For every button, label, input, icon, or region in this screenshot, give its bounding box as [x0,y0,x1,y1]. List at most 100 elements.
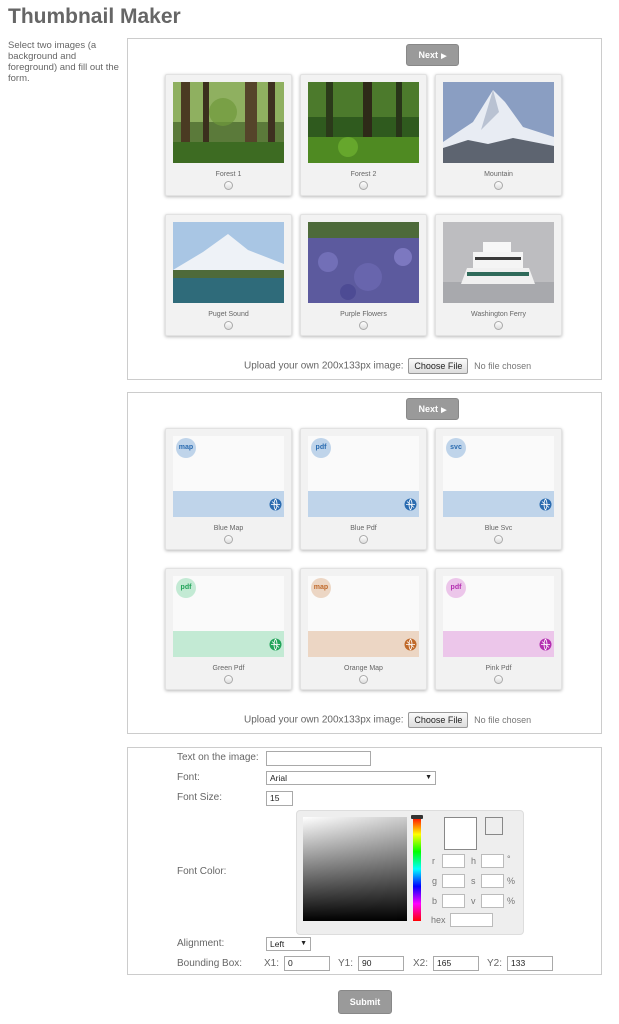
mountain-image [443,82,554,163]
hue-slider-handle[interactable] [411,815,423,819]
text-input[interactable] [266,751,371,766]
b-label: b [432,896,438,906]
previous-color-swatch[interactable] [485,817,503,835]
choose-file-button[interactable]: Choose File [408,358,469,374]
background-card-forest-1[interactable]: Forest 1 [165,74,292,196]
file-type-badge: pdf [176,578,196,598]
foreground-panel: Next ▶ map Blue Map pdf Blue Pdf svc Blue Svc p… [127,392,602,734]
foreground-radio[interactable] [494,675,503,684]
foreground-label: Blue Pdf [350,525,377,532]
text-label: Text on the image: [177,752,259,763]
font-color-label: Font Color: [177,866,227,877]
upload-label: Upload your own 200x133px image: [244,360,404,372]
degree-label: ° [507,854,511,864]
file-type-badge: pdf [311,438,331,458]
alignment-select[interactable]: Left ▼ [266,937,311,951]
next-label: Next [418,404,439,414]
next-button[interactable]: Next ▶ [406,44,459,66]
saturation-value-area[interactable] [303,817,407,921]
submit-button[interactable]: Submit [338,990,392,1014]
foreground-card[interactable]: map Orange Map [300,568,427,690]
g-input[interactable] [442,874,465,888]
y2-input[interactable]: 133 [507,956,553,971]
forest-1-image [173,82,284,163]
intro-text: Select two images (a background and fore… [8,40,119,84]
options-form: Text on the image: Font: Arial ▼ Font Si… [127,747,602,975]
percent-label: % [507,896,516,906]
background-label: Forest 1 [215,171,242,178]
background-radio[interactable] [359,321,368,330]
foreground-preview: map [308,576,419,657]
font-size-input[interactable]: 15 [266,791,293,806]
file-type-badge: map [176,438,196,458]
background-card-mountain[interactable]: Mountain [435,74,562,196]
foreground-preview: svc [443,436,554,517]
background-label: Washington Ferry [471,311,526,318]
r-label: r [432,856,435,866]
y1-input[interactable]: 90 [358,956,404,971]
color-band [443,631,554,657]
font-label: Font: [177,772,200,783]
color-band [443,491,554,517]
font-select[interactable]: Arial ▼ [266,771,436,785]
foreground-radio[interactable] [494,535,503,544]
purple-flowers-image [308,222,419,303]
foreground-radio[interactable] [359,675,368,684]
y2-label: Y2: [487,958,503,969]
forest-2-image [308,82,419,163]
x2-input[interactable]: 165 [433,956,479,971]
background-card-washington-ferry[interactable]: Washington Ferry [435,214,562,336]
next-label: Next [418,50,439,60]
foreground-label: Blue Map [213,525,244,532]
v-input[interactable] [481,894,504,908]
color-band [173,631,284,657]
file-status: No file chosen [474,715,532,725]
x1-label: X1: [264,958,280,969]
file-type-badge: map [311,578,331,598]
next-button[interactable]: Next ▶ [406,398,459,420]
upload-label: Upload your own 200x133px image: [244,714,404,726]
color-band [308,631,419,657]
dropdown-arrow-icon: ▼ [425,774,432,781]
s-input[interactable] [481,874,504,888]
background-card-forest-2[interactable]: Forest 2 [300,74,427,196]
background-radio[interactable] [359,181,368,190]
background-card-purple-flowers[interactable]: Purple Flowers [300,214,427,336]
play-icon: ▶ [441,53,447,60]
foreground-card[interactable]: svc Blue Svc [435,428,562,550]
font-size-label: Font Size: [177,792,223,803]
background-label: Purple Flowers [340,311,387,318]
hex-label: hex [431,915,446,925]
background-radio[interactable] [224,181,233,190]
foreground-card[interactable]: map Blue Map [165,428,292,550]
r-input[interactable] [442,854,465,868]
background-radio[interactable] [224,321,233,330]
foreground-card[interactable]: pdf Green Pdf [165,568,292,690]
x1-input[interactable]: 0 [284,956,330,971]
file-type-badge: pdf [446,578,466,598]
hex-input[interactable] [450,913,493,927]
y1-label: Y1: [338,958,354,969]
background-card-puget-sound[interactable]: Puget Sound [165,214,292,336]
hue-slider[interactable] [413,817,421,921]
foreground-label: Pink Pdf [485,665,512,672]
background-radio[interactable] [494,321,503,330]
alignment-label: Alignment: [177,938,225,949]
background-radio[interactable] [494,181,503,190]
foreground-radio[interactable] [359,535,368,544]
foreground-radio[interactable] [224,675,233,684]
washington-ferry-image [443,222,554,303]
page-title: Thumbnail Maker [8,5,181,28]
h-input[interactable] [481,854,504,868]
foreground-card[interactable]: pdf Pink Pdf [435,568,562,690]
globe-icon [539,498,552,511]
percent-label: % [507,876,516,886]
choose-file-button[interactable]: Choose File [408,712,469,728]
v-label: v [471,896,476,906]
background-label: Forest 2 [350,171,377,178]
globe-icon [404,638,417,651]
b-input[interactable] [442,894,465,908]
foreground-radio[interactable] [224,535,233,544]
alignment-value: Left [270,939,285,949]
foreground-card[interactable]: pdf Blue Pdf [300,428,427,550]
